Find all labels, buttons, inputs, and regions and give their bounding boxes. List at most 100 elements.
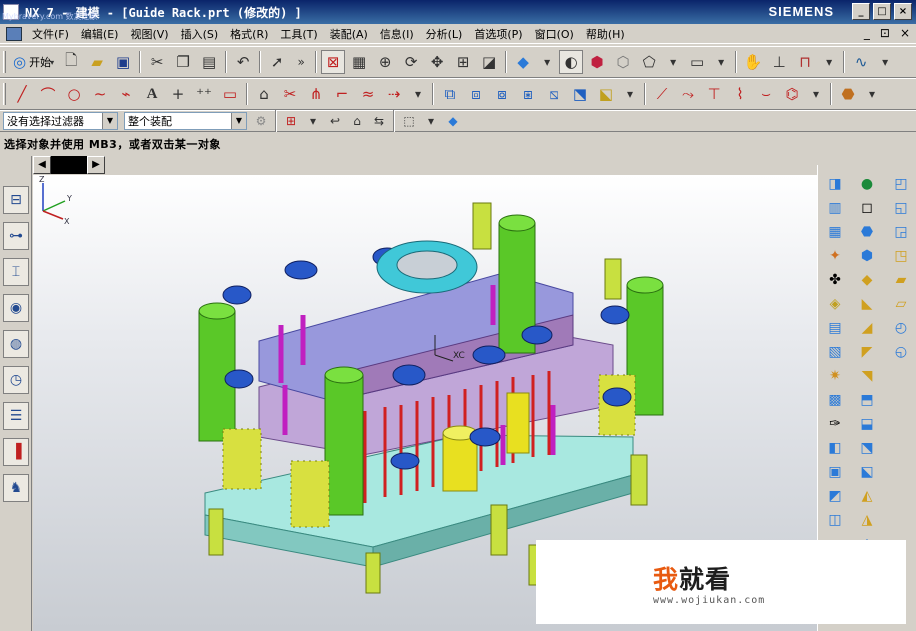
patch-icon[interactable]: ◩ bbox=[822, 485, 848, 507]
toolbar-grip[interactable] bbox=[3, 51, 6, 73]
fillet-curve-icon[interactable]: ⌐ bbox=[330, 82, 354, 106]
curve-dropdown-icon[interactable]: ▾ bbox=[408, 85, 428, 103]
thicken-icon[interactable]: ◫ bbox=[822, 509, 848, 531]
reflection-icon[interactable]: ◲ bbox=[888, 221, 914, 243]
feature-icon[interactable]: ⬣ bbox=[836, 82, 860, 106]
surface-analysis-icon[interactable]: ◰ bbox=[888, 173, 914, 195]
block-icon[interactable]: ⬣ bbox=[854, 221, 880, 243]
toolbar-overflow-icon[interactable]: » bbox=[291, 53, 311, 71]
part-navigator-icon[interactable]: ⌶ bbox=[3, 258, 29, 286]
distance-icon[interactable]: ▰ bbox=[888, 269, 914, 291]
snap-point-icon[interactable]: ⊞ bbox=[281, 112, 301, 130]
snap-dropdown-icon[interactable]: ▾ bbox=[303, 112, 323, 130]
law-curve-icon[interactable]: ⌬ bbox=[780, 82, 804, 106]
palette-icon[interactable]: ◍ bbox=[3, 330, 29, 358]
smooth-icon[interactable]: ⤳ bbox=[676, 82, 700, 106]
scroll-track[interactable] bbox=[51, 156, 87, 174]
scroll-right-icon[interactable]: ▶ bbox=[87, 156, 105, 174]
doc-restore-button[interactable]: ⊡ bbox=[880, 26, 890, 40]
trim-sheet-icon[interactable]: ▧ bbox=[822, 341, 848, 363]
doc-minimize-button[interactable]: _ bbox=[864, 26, 870, 40]
offset-surface-icon[interactable]: ▤ bbox=[822, 317, 848, 339]
minimize-button[interactable]: _ bbox=[852, 3, 870, 20]
view-triad[interactable]: Z Y X bbox=[33, 175, 83, 225]
section-view-icon[interactable]: ◪ bbox=[477, 50, 501, 74]
roles-icon[interactable]: ♞ bbox=[3, 474, 29, 502]
pan-icon[interactable]: ✥ bbox=[425, 50, 449, 74]
constraint-navigator-icon[interactable]: ⊶ bbox=[3, 222, 29, 250]
zoom-in-icon[interactable]: ⊞ bbox=[451, 50, 475, 74]
menu-information[interactable]: 信息(I) bbox=[374, 26, 420, 42]
length-icon[interactable]: ⌣ bbox=[754, 82, 778, 106]
cylinder-icon[interactable]: ⬢ bbox=[854, 245, 880, 267]
menu-edit[interactable]: 编辑(E) bbox=[75, 26, 125, 42]
pad-icon[interactable]: ⬒ bbox=[854, 389, 880, 411]
face-analysis-icon[interactable]: ⬠ bbox=[637, 50, 661, 74]
selection-scope-select[interactable]: 整个装配 ▼ bbox=[124, 112, 247, 130]
zoom-icon[interactable]: ⊕ bbox=[373, 50, 397, 74]
document-icon[interactable] bbox=[6, 26, 22, 41]
studio-spline-icon[interactable]: ⌁ bbox=[114, 82, 138, 106]
view-orient-dropdown-icon[interactable]: ▾ bbox=[537, 53, 557, 71]
assembly-icon[interactable]: ✋ bbox=[741, 50, 765, 74]
arc-icon[interactable]: ⌒ bbox=[36, 82, 60, 106]
menu-help[interactable]: 帮助(H) bbox=[580, 26, 631, 42]
slot-icon[interactable]: ⬓ bbox=[854, 413, 880, 435]
split-curve-icon[interactable]: ⋔ bbox=[304, 82, 328, 106]
filter-settings-icon[interactable]: ⚙ bbox=[251, 112, 271, 130]
gap-icon[interactable]: ◵ bbox=[888, 341, 914, 363]
swept-icon[interactable]: ✤ bbox=[822, 269, 848, 291]
type-filter-select[interactable]: 没有选择过滤器 ▼ bbox=[3, 112, 118, 130]
box-select-icon[interactable]: ⬚ bbox=[399, 112, 419, 130]
new-file-icon[interactable]: 🗋 bbox=[59, 50, 83, 74]
box-select-dropdown-icon[interactable]: ▾ bbox=[421, 112, 441, 130]
circle-icon[interactable]: ○ bbox=[62, 82, 86, 106]
curve-tool-icon[interactable]: ∿ bbox=[849, 50, 873, 74]
menu-view[interactable]: 视图(V) bbox=[124, 26, 174, 42]
bounded-plane-icon[interactable]: ◈ bbox=[822, 293, 848, 315]
menu-assemblies[interactable]: 装配(A) bbox=[324, 26, 374, 42]
shell-icon[interactable]: ◮ bbox=[854, 509, 880, 531]
variable-offset-icon[interactable]: ◧ bbox=[822, 437, 848, 459]
chamfer-icon[interactable]: ◭ bbox=[854, 485, 880, 507]
rectangle-icon[interactable]: ▭ bbox=[218, 82, 242, 106]
menu-tools[interactable]: 工具(T) bbox=[274, 26, 323, 42]
open-folder-icon[interactable]: ▰ bbox=[85, 50, 109, 74]
solid-select-icon[interactable]: ◆ bbox=[443, 112, 463, 130]
navigator-scrollbar[interactable]: ◀ ▶ bbox=[33, 156, 105, 174]
render-style-icon[interactable]: ◐ bbox=[559, 50, 584, 74]
copy-icon[interactable]: ❐ bbox=[171, 50, 195, 74]
point-icon[interactable]: + bbox=[166, 82, 190, 106]
feature-dropdown-icon[interactable]: ▾ bbox=[862, 85, 882, 103]
isoparametric-icon[interactable]: ⧆ bbox=[516, 82, 540, 106]
start-button[interactable]: ◎ 开始 ▾ bbox=[9, 50, 58, 74]
menu-file[interactable]: 文件(F) bbox=[26, 26, 75, 42]
datum-plane-icon[interactable]: ◻ bbox=[854, 197, 880, 219]
scroll-left-icon[interactable]: ◀ bbox=[33, 156, 51, 174]
render-dropdown-icon[interactable]: ▾ bbox=[663, 53, 683, 71]
spline-icon[interactable]: ∼ bbox=[88, 82, 112, 106]
through-curves-icon[interactable]: ▦ bbox=[822, 221, 848, 243]
silhouette-flange-icon[interactable]: ✑ bbox=[822, 413, 848, 435]
trim-curve-icon[interactable]: ✂ bbox=[278, 82, 302, 106]
edit-dropdown-icon[interactable]: ▾ bbox=[806, 85, 826, 103]
wrap-curve-icon[interactable]: ⧅ bbox=[542, 82, 566, 106]
select-face-icon[interactable]: ⇆ bbox=[369, 112, 389, 130]
deviation-icon[interactable]: ◴ bbox=[888, 317, 914, 339]
toolbar-end-dropdown-icon[interactable]: ▾ bbox=[875, 53, 895, 71]
select-body-icon[interactable]: ⌂ bbox=[347, 112, 367, 130]
sketch-constraint-icon[interactable]: ⟋ bbox=[650, 82, 674, 106]
line-icon[interactable]: ╱ bbox=[10, 82, 34, 106]
menu-preferences[interactable]: 首选项(P) bbox=[468, 26, 528, 42]
sphere-icon[interactable]: ◣ bbox=[854, 293, 880, 315]
paste-icon[interactable]: ▤ bbox=[197, 50, 221, 74]
offset-curve-icon[interactable]: ⌂ bbox=[252, 82, 276, 106]
stretch-icon[interactable]: ⌇ bbox=[728, 82, 752, 106]
hole-icon[interactable]: ◢ bbox=[854, 317, 880, 339]
shaded-icon[interactable]: ⬢ bbox=[585, 50, 609, 74]
text-icon[interactable]: A bbox=[140, 82, 164, 106]
undo-select-icon[interactable]: ↩ bbox=[325, 112, 345, 130]
wireframe-icon[interactable]: ⬡ bbox=[611, 50, 635, 74]
system-materials-icon[interactable]: ☰ bbox=[3, 402, 29, 430]
point-set-icon[interactable]: ⁺⁺ bbox=[192, 82, 216, 106]
